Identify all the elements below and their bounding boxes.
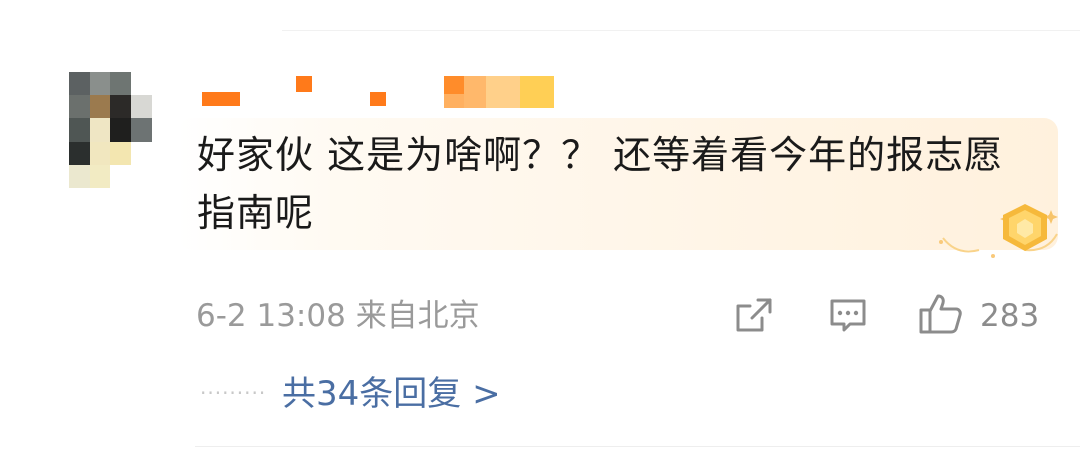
reply-dots: ········· (200, 381, 267, 405)
username-obscured[interactable] (198, 72, 558, 112)
avatar[interactable] (48, 72, 152, 188)
thumbs-up-icon[interactable] (918, 292, 964, 336)
top-divider (282, 30, 1080, 31)
view-replies-link[interactable]: 共34条回复 > (282, 372, 501, 416)
fan-badge-icon (939, 204, 1058, 258)
comment-icon[interactable] (828, 296, 868, 336)
share-icon[interactable] (734, 296, 774, 336)
location: 来自北京 (355, 298, 480, 334)
comment-text: 好家伙 这是为啥啊？？ 还等着看今年的报志愿指南呢 (197, 133, 1004, 235)
comment-card: 好家伙 这是为啥啊？？ 还等着看今年的报志愿指南呢 6-2 13:08 来自北京… (0, 0, 1080, 450)
comment-meta: 6-2 13:08 来自北京 (196, 296, 480, 336)
bottom-divider (195, 446, 1080, 447)
like-count: 283 (980, 298, 1040, 334)
timestamp: 6-2 13:08 (196, 298, 346, 334)
